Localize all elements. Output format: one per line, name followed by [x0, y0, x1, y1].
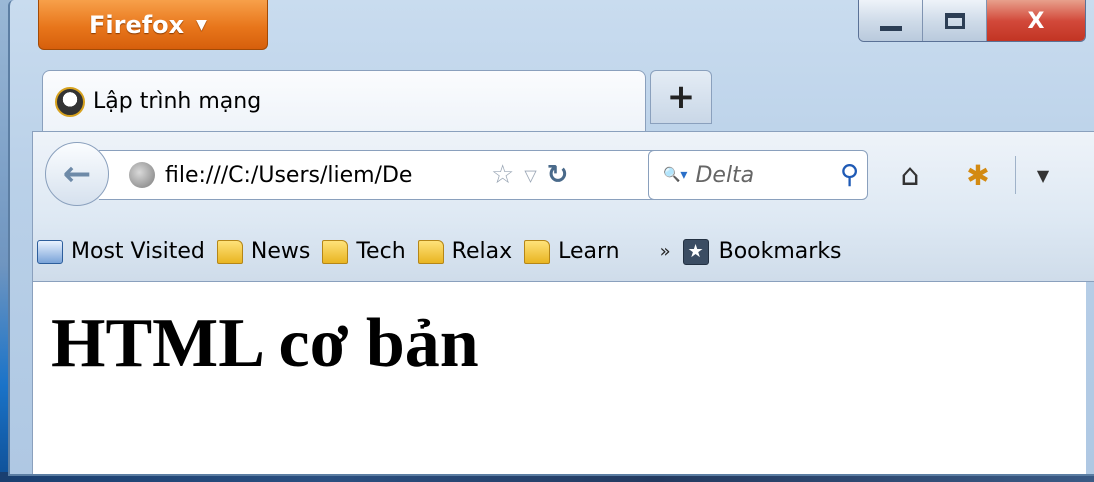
new-tab-button[interactable]: +: [650, 70, 712, 124]
bookmarks-overflow-chevron-icon[interactable]: »: [660, 241, 671, 262]
tab-title: Lập trình mạng: [93, 89, 262, 114]
bookmark-folder-tech[interactable]: Tech: [322, 239, 406, 264]
page-content: HTML cơ bản: [32, 282, 1086, 474]
bookmark-label: News: [250, 239, 311, 264]
bookmark-label: Tech: [356, 239, 406, 264]
back-arrow-icon: ←: [62, 154, 92, 194]
penguin-favicon-icon: [55, 86, 85, 117]
firefox-menu-button[interactable]: Firefox ▼: [38, 0, 268, 50]
folder-icon: [322, 239, 349, 264]
tab-lap-trinh-mang[interactable]: Lập trình mạng: [42, 70, 646, 132]
bookmark-folder-relax[interactable]: Relax: [417, 239, 513, 264]
star-icon[interactable]: ☆: [491, 160, 514, 190]
bookmark-label: Most Visited: [71, 239, 205, 264]
bookmark-folder-news[interactable]: News: [216, 239, 311, 264]
most-visited-icon: [37, 239, 63, 264]
navigation-toolbar: file:///C:/Users/liem/De ☆ ▽ ↻ ← 🔍▾ Delt…: [32, 131, 1094, 223]
search-engine-icon[interactable]: 🔍▾: [663, 167, 687, 183]
bookmarks-star-icon: ★: [682, 238, 709, 265]
bookmark-most-visited[interactable]: Most Visited: [37, 239, 205, 264]
close-icon: X: [1027, 8, 1045, 34]
ladybug-icon[interactable]: ✱: [955, 152, 1001, 198]
bookmarks-label: Bookmarks: [718, 239, 842, 264]
reload-icon[interactable]: ↻: [547, 160, 569, 190]
url-text[interactable]: file:///C:/Users/liem/De: [165, 163, 485, 188]
plus-icon: +: [666, 77, 696, 117]
url-bar[interactable]: file:///C:/Users/liem/De ☆ ▽ ↻: [99, 150, 659, 200]
globe-icon: [129, 162, 155, 188]
maximize-icon: [944, 13, 965, 29]
back-button[interactable]: ←: [45, 142, 109, 206]
home-icon[interactable]: ⌂: [887, 152, 933, 198]
bookmark-folder-learn[interactable]: Learn: [524, 239, 620, 264]
maximize-button[interactable]: [923, 0, 987, 41]
toolbar-separator: [1015, 156, 1016, 194]
minimize-icon: [879, 25, 902, 31]
firefox-menu-label: Firefox: [89, 10, 185, 39]
folder-icon: [417, 239, 444, 264]
folder-icon: [524, 239, 551, 264]
bookmarks-menu-button[interactable]: ★ Bookmarks: [682, 238, 842, 265]
bookmark-label: Learn: [558, 239, 620, 264]
page-heading: HTML cơ bản: [51, 305, 479, 382]
close-button[interactable]: X: [987, 0, 1085, 41]
search-bar[interactable]: 🔍▾ Delta ⚲: [648, 150, 868, 200]
bookmark-label: Relax: [451, 239, 513, 264]
dropdown-icon[interactable]: ▽: [524, 166, 536, 185]
toolbar-dropdown-icon[interactable]: ▼: [1023, 152, 1063, 198]
caret-down-icon: ▼: [196, 16, 207, 33]
bookmarks-toolbar: Most Visited News Tech Relax Learn » ★ B…: [32, 222, 1094, 282]
minimize-button[interactable]: [859, 0, 923, 41]
folder-icon: [216, 239, 243, 264]
magnifier-icon[interactable]: ⚲: [840, 160, 859, 190]
search-input[interactable]: Delta: [695, 163, 839, 188]
window-caption-buttons: X: [858, 0, 1086, 42]
